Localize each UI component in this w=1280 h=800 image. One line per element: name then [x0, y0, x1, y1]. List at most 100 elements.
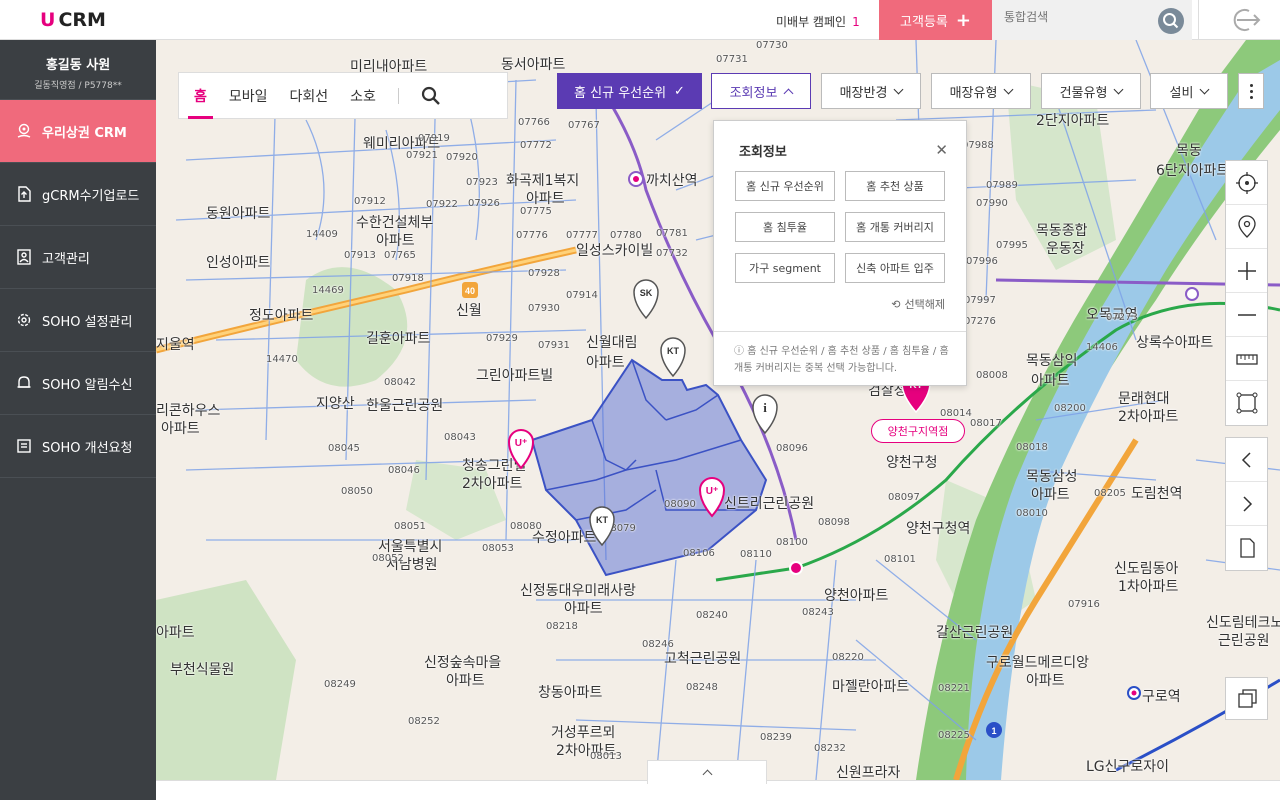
check-icon: ✓	[674, 83, 685, 99]
tab-mobile[interactable]: 모바일	[229, 72, 268, 119]
filter-label: 건물유형	[1059, 85, 1108, 101]
pin-button[interactable]	[1226, 205, 1267, 249]
option-new-apartment[interactable]: 신축 아파트 입주	[845, 253, 945, 283]
chevron-down-icon	[1113, 84, 1124, 95]
campaign-label: 미배부 캠페인	[776, 15, 847, 29]
tab-multi-line[interactable]: 다회선	[290, 72, 329, 119]
register-customer-button[interactable]: 고객등록 +	[879, 0, 992, 40]
info-marker[interactable]: i	[752, 394, 778, 435]
divider	[714, 331, 966, 332]
filter-label: 홈 신규 우선순위	[574, 85, 667, 101]
option-home-coverage[interactable]: 홈 개통 커버리지	[845, 212, 945, 242]
copy-button[interactable]	[1225, 677, 1268, 720]
more-dot-icon	[1249, 95, 1253, 99]
sidebar-item-crm[interactable]: 우리상권 CRM	[0, 100, 156, 163]
option-home-priority[interactable]: 홈 신규 우선순위	[735, 171, 835, 201]
search-input[interactable]	[1004, 10, 1154, 24]
highway-shield-icon: 40	[462, 282, 478, 298]
route-shield-icon: 1	[986, 722, 1002, 738]
equipment-filter[interactable]: 설비	[1150, 73, 1228, 109]
filter-label: 매장반경	[839, 85, 888, 101]
subway-station-icon	[628, 171, 644, 187]
building-type-filter[interactable]: 건물유형	[1041, 73, 1141, 109]
tab-soho[interactable]: 소호	[350, 72, 376, 119]
tab-home[interactable]: 홈	[188, 72, 213, 119]
campaign-count: 1	[852, 15, 860, 29]
plus-icon: +	[955, 9, 971, 31]
sidebar-item-soho-settings[interactable]: SOHO 설정관리	[0, 289, 156, 352]
filter-label: 조회정보	[729, 85, 778, 101]
chevron-down-icon	[1003, 84, 1014, 95]
document-button[interactable]	[1226, 526, 1267, 570]
info-icon: ⓘ	[734, 346, 744, 357]
sidebar-item-customer[interactable]: 고객관리	[0, 226, 156, 289]
more-options-button[interactable]	[1238, 73, 1264, 109]
logout-button[interactable]	[1198, 0, 1280, 40]
store-label[interactable]: 양천구지역점	[871, 419, 965, 443]
user-name: 홍길동 사원	[45, 58, 111, 73]
kt-marker[interactable]: KT	[660, 337, 686, 378]
search-icon	[1163, 13, 1179, 29]
subway-station-icon	[1185, 287, 1199, 301]
tab-search-button[interactable]	[421, 72, 441, 119]
campaign-link[interactable]: 미배부 캠페인 1	[776, 13, 860, 30]
zoom-in-button[interactable]	[1226, 249, 1267, 293]
sidebar-item-label: SOHO 알림수신	[42, 377, 133, 393]
svg-text:U⁺: U⁺	[706, 486, 719, 497]
copy-icon	[1237, 688, 1257, 708]
kt-marker[interactable]: KT	[589, 506, 615, 547]
customer-icon	[14, 247, 34, 267]
bell-icon	[14, 373, 34, 393]
filter-label: 설비	[1169, 85, 1194, 101]
lgu-marker[interactable]: U⁺	[698, 477, 726, 518]
sidebar-item-soho-alerts[interactable]: SOHO 알림수신	[0, 352, 156, 415]
logo-u: U	[40, 9, 56, 31]
search-button[interactable]	[1158, 8, 1184, 34]
zoom-out-button[interactable]	[1226, 293, 1267, 337]
sidebar-item-gcrm-upload[interactable]: gCRM수기업로드	[0, 163, 156, 226]
info-filter[interactable]: 조회정보	[711, 73, 811, 109]
minus-icon	[1237, 313, 1256, 316]
sidebar-item-label: SOHO 설정관리	[42, 314, 133, 330]
chevron-right-icon	[1242, 495, 1252, 512]
app-logo[interactable]: U CRM	[40, 9, 106, 31]
reset-button[interactable]: ⟲ 선택해제	[891, 296, 945, 312]
sk-marker[interactable]: SK	[633, 279, 659, 320]
map-tools	[1225, 160, 1268, 426]
svg-text:1: 1	[991, 726, 996, 736]
svg-text:KT: KT	[596, 515, 608, 525]
lgu-marker[interactable]: U⁺	[507, 429, 535, 470]
sidebar-item-soho-request[interactable]: SOHO 개선요청	[0, 415, 156, 478]
current-location-button[interactable]	[1226, 161, 1267, 205]
search-icon	[421, 86, 440, 105]
measure-distance-button[interactable]	[1226, 337, 1267, 381]
measure-area-button[interactable]	[1226, 381, 1267, 425]
chevron-left-icon	[1241, 451, 1251, 468]
prev-button[interactable]	[1226, 438, 1267, 482]
sidebar-item-label: 우리상권 CRM	[42, 125, 127, 141]
subway-station-icon	[1127, 686, 1141, 700]
option-household-segment[interactable]: 가구 segment	[735, 253, 835, 283]
plus-icon	[1237, 261, 1256, 280]
tab-divider	[397, 87, 399, 104]
ruler-icon	[1235, 353, 1258, 365]
store-type-filter[interactable]: 매장유형	[931, 73, 1031, 109]
next-button[interactable]	[1226, 482, 1267, 526]
sidebar-item-label: 고객관리	[42, 251, 90, 267]
category-tabs: 홈 모바일 다회선 소호	[178, 72, 508, 119]
panel-note: ⓘ 홈 신규 우선순위 / 홈 추천 상품 / 홈 침투율 / 홈 개통 커버리…	[734, 343, 954, 377]
svg-text:i: i	[763, 400, 767, 415]
location-icon	[14, 121, 34, 141]
pin-icon	[1237, 214, 1256, 238]
home-priority-filter[interactable]: 홈 신규 우선순위 ✓	[557, 73, 702, 109]
close-icon[interactable]: ✕	[935, 141, 948, 159]
reset-label: 선택해제	[904, 298, 945, 311]
sidebar: 홍길동 사원 길동직영점 / P5778** 우리상권 CRM gCRM수기업로…	[0, 40, 156, 800]
upload-icon	[14, 184, 34, 204]
option-home-recommended[interactable]: 홈 추천 상품	[845, 171, 945, 201]
option-home-penetration[interactable]: 홈 침투율	[735, 212, 835, 242]
bottom-panel-toggle[interactable]	[647, 760, 767, 784]
request-icon	[14, 436, 34, 456]
crosshair-icon	[1235, 171, 1258, 194]
radius-filter[interactable]: 매장반경	[821, 73, 921, 109]
